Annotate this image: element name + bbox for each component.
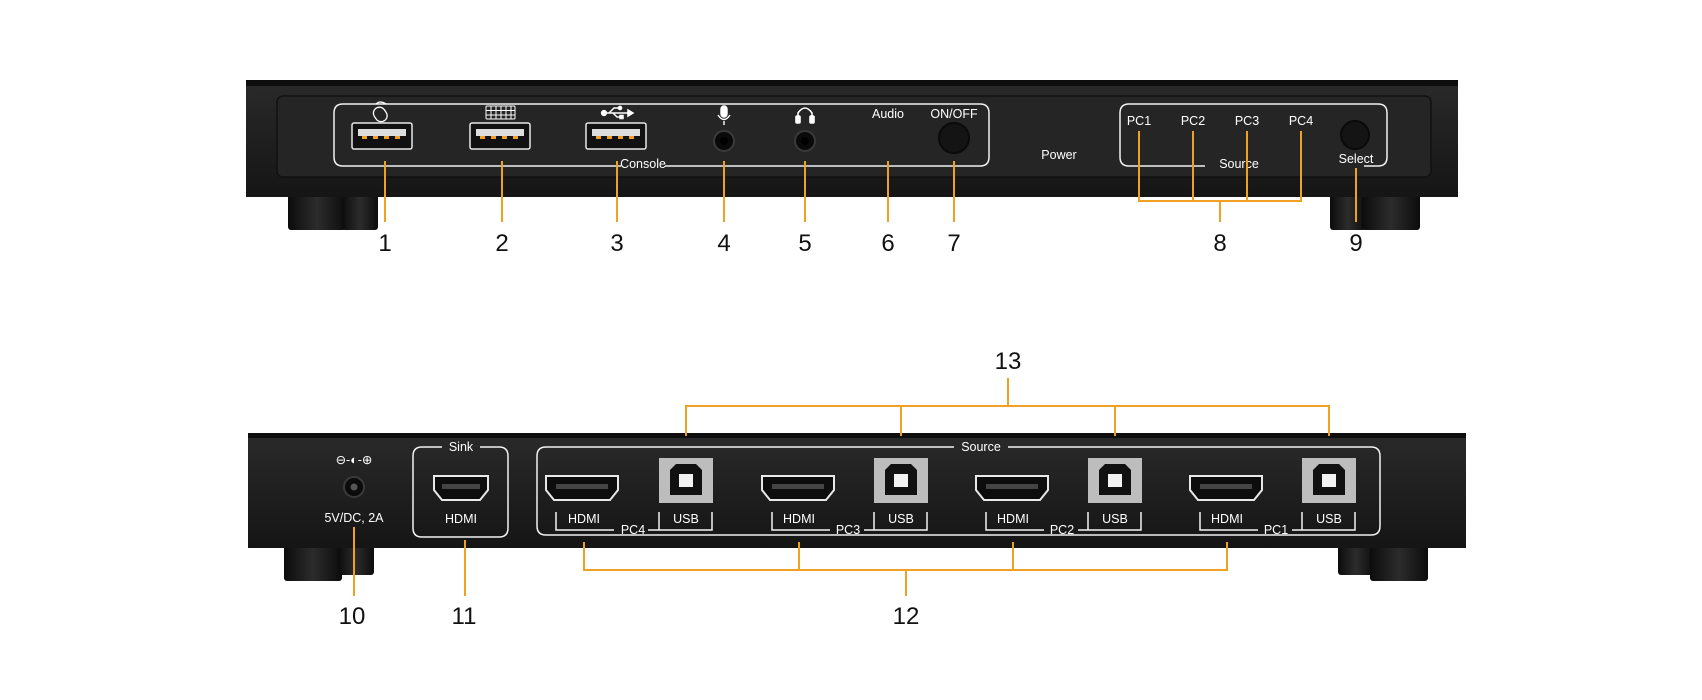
callout-13: 13 [995, 348, 1022, 375]
sink-hdmi-label: HDMI [445, 512, 477, 526]
callout-6: 6 [881, 230, 894, 257]
power-label: Power [1041, 148, 1076, 162]
select-button[interactable] [1340, 120, 1370, 150]
callout-2: 2 [495, 230, 508, 257]
callout-1: 1 [378, 230, 391, 257]
hdmi-port-pc2[interactable] [975, 475, 1049, 501]
source-label-front: Source [1219, 157, 1259, 171]
callout-9: 9 [1349, 230, 1362, 257]
front-foot-right-b [1362, 193, 1420, 230]
microphone-jack[interactable] [713, 130, 735, 152]
usb-port[interactable] [585, 122, 647, 150]
power-rating-label: 5V/DC, 2A [324, 511, 384, 525]
dc-power-jack[interactable] [343, 476, 365, 498]
pc4-label: PC4 [1289, 114, 1313, 128]
hdmi-port-pc4[interactable] [545, 475, 619, 501]
kvm-switch-diagram: Console Audio ON/OFF Power Source PC1 PC… [246, 80, 1466, 630]
hdmi-label-pc4: HDMI [568, 512, 600, 526]
front-foot-left-a [288, 193, 346, 230]
pc1-label-rear: PC1 [1264, 523, 1288, 537]
pc3-label: PC3 [1235, 114, 1259, 128]
sink-label: Sink [449, 440, 474, 454]
usb-label-pc1: USB [1316, 512, 1342, 526]
callout-4: 4 [717, 230, 730, 257]
pc3-label-rear: PC3 [836, 523, 860, 537]
console-label: Console [620, 157, 666, 171]
usb-b-port-pc1[interactable] [1302, 458, 1356, 503]
onoff-button[interactable] [938, 122, 970, 154]
rear-view: ⊖-◐-⊕ 5V/DC, 2A Sink HDMI Source HDMI PC… [248, 348, 1466, 630]
hdmi-label-pc2: HDMI [997, 512, 1029, 526]
callout-10: 10 [339, 603, 366, 630]
headphone-jack[interactable] [794, 130, 816, 152]
front-foot-left-b [342, 193, 378, 230]
usb-label-pc4: USB [673, 512, 699, 526]
usb-label-pc2: USB [1102, 512, 1128, 526]
hdmi-label-pc1: HDMI [1211, 512, 1243, 526]
callout-11: 11 [452, 603, 477, 630]
callout-3: 3 [610, 230, 623, 257]
select-label: Select [1339, 152, 1374, 166]
callout-12: 12 [893, 603, 920, 630]
usb-b-port-pc2[interactable] [1088, 458, 1142, 503]
callout-7: 7 [947, 230, 960, 257]
pc2-label-rear: PC2 [1050, 523, 1074, 537]
rear-foot-right-b [1370, 543, 1428, 581]
pc4-label-rear: PC4 [621, 523, 645, 537]
rear-foot-left-a [284, 543, 342, 581]
sink-hdmi-port[interactable] [433, 475, 489, 501]
usb-label-pc3: USB [888, 512, 914, 526]
usb-mouse-port[interactable] [351, 122, 413, 150]
hdmi-label-pc3: HDMI [783, 512, 815, 526]
callout-5: 5 [798, 230, 811, 257]
pc2-label: PC2 [1181, 114, 1205, 128]
usb-b-port-pc3[interactable] [874, 458, 928, 503]
callout-8: 8 [1213, 230, 1226, 257]
usb-b-port-pc4[interactable] [659, 458, 713, 503]
onoff-label: ON/OFF [930, 107, 978, 121]
front-foot-right-a [1330, 193, 1366, 230]
source-label-rear: Source [961, 440, 1001, 454]
usb-keyboard-port[interactable] [469, 122, 531, 150]
polarity-symbol: ⊖-◐-⊕ [336, 453, 373, 467]
pc1-label: PC1 [1127, 114, 1151, 128]
hdmi-port-pc1[interactable] [1189, 475, 1263, 501]
front-view: Console Audio ON/OFF Power Source PC1 PC… [246, 80, 1458, 257]
audio-label: Audio [872, 107, 904, 121]
hdmi-port-pc3[interactable] [761, 475, 835, 501]
